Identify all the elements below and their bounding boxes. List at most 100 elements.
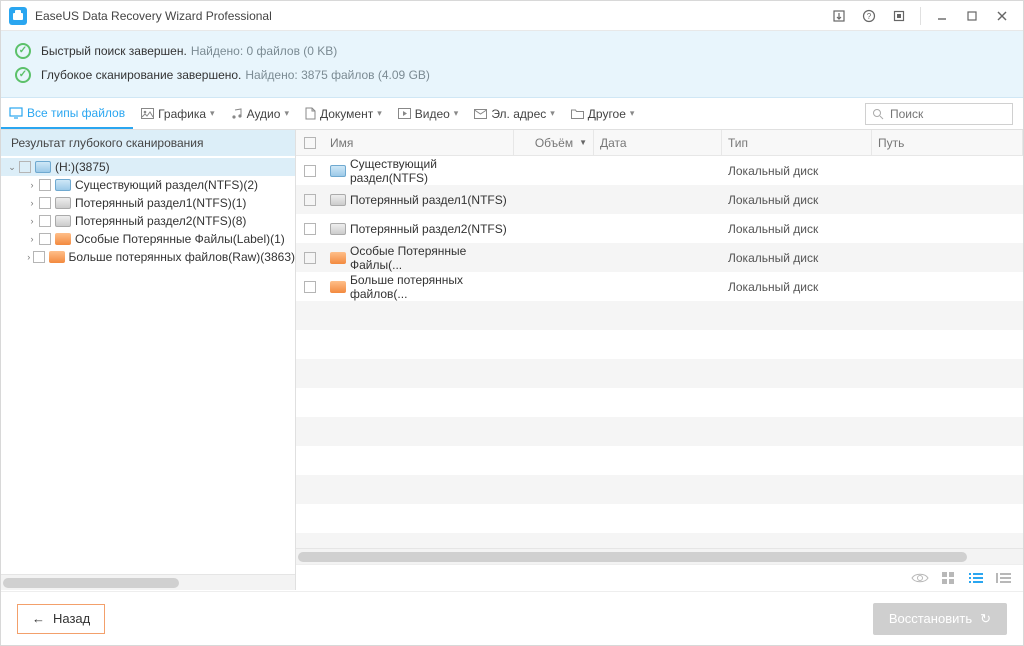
filter-audio[interactable]: Аудио ▾ [223, 98, 297, 129]
table-row[interactable]: Потерянный раздел2(NTFS)Локальный диск [296, 214, 1023, 243]
filter-label: Аудио [247, 107, 281, 121]
tree-node[interactable]: › Больше потерянных файлов(Raw)(3863) [1, 248, 295, 266]
tree-node-label: Существующий раздел(NTFS)(2) [75, 178, 258, 192]
search-input[interactable] [888, 106, 1006, 122]
monitor-icon [9, 107, 23, 119]
back-button[interactable]: ← Назад [17, 604, 105, 634]
grid-large-icon[interactable] [939, 569, 957, 587]
tree-node-label: Особые Потерянные Файлы(Label)(1) [75, 232, 285, 246]
filter-all[interactable]: Все типы файлов [1, 98, 133, 129]
settings-icon[interactable] [884, 2, 914, 30]
deep-scan-status: Глубокое сканирование завершено. Найдено… [15, 63, 1009, 87]
tree[interactable]: ⌄ (H:)(3875) › Существующий раздел(NTFS)… [1, 156, 295, 574]
recover-button-label: Восстановить [889, 611, 972, 626]
col-type[interactable]: Тип [722, 130, 872, 155]
expand-icon[interactable]: › [25, 252, 33, 262]
partition-icon [55, 197, 71, 209]
checkbox[interactable] [19, 161, 31, 173]
filter-other[interactable]: Другое ▾ [563, 98, 643, 129]
tree-node[interactable]: › Особые Потерянные Файлы(Label)(1) [1, 230, 295, 248]
maximize-button[interactable] [957, 2, 987, 30]
disk-icon [330, 165, 346, 177]
col-type-label: Тип [728, 136, 748, 150]
row-checkbox[interactable] [304, 165, 316, 177]
tree-node[interactable]: › Потерянный раздел1(NTFS)(1) [1, 194, 295, 212]
filter-document[interactable]: Документ ▾ [297, 98, 390, 129]
sidebar-header: Результат глубокого сканирования [1, 130, 295, 156]
arrow-left-icon: ← [32, 611, 45, 626]
list-view-icon[interactable] [967, 569, 985, 587]
sidebar-scrollbar[interactable] [1, 574, 295, 590]
row-checkbox[interactable] [304, 223, 316, 235]
mail-icon [474, 109, 487, 119]
tree-root-label: (H:)(3875) [55, 160, 110, 174]
checkbox[interactable] [33, 251, 45, 263]
chevron-down-icon: ▾ [210, 108, 215, 119]
tree-node-label: Потерянный раздел2(NTFS)(8) [75, 214, 246, 228]
checkbox[interactable] [39, 197, 51, 209]
expand-icon[interactable]: › [25, 234, 39, 244]
col-date[interactable]: Дата [594, 130, 722, 155]
row-checkbox[interactable] [304, 194, 316, 206]
row-type: Локальный диск [728, 193, 818, 207]
filter-video[interactable]: Видео ▾ [390, 98, 467, 129]
tree-node[interactable]: › Потерянный раздел2(NTFS)(8) [1, 212, 295, 230]
table-row[interactable]: Больше потерянных файлов(...Локальный ди… [296, 272, 1023, 301]
deep-scan-result: Найдено: 3875 файлов (4.09 GB) [245, 68, 430, 82]
table-row[interactable]: Существующий раздел(NTFS) Локальный диск [296, 156, 1023, 185]
table-row[interactable]: Особые Потерянные Файлы(...Локальный дис… [296, 243, 1023, 272]
tree-node-label: Потерянный раздел1(NTFS)(1) [75, 196, 246, 210]
back-button-label: Назад [53, 611, 90, 626]
video-icon [398, 108, 411, 119]
disk-icon [35, 161, 51, 173]
expand-icon[interactable]: › [25, 216, 39, 226]
row-name: Существующий раздел(NTFS) [350, 157, 508, 185]
detail-view-icon[interactable] [995, 569, 1013, 587]
preview-icon[interactable] [911, 569, 929, 587]
col-path[interactable]: Путь [872, 130, 1023, 155]
table-row[interactable]: Потерянный раздел1(NTFS) Локальный диск [296, 185, 1023, 214]
chevron-down-icon: ▾ [454, 108, 459, 119]
filter-email[interactable]: Эл. адрес ▾ [466, 98, 562, 129]
col-size[interactable]: Объём▼ [514, 130, 594, 155]
table-row [296, 359, 1023, 388]
select-all-checkbox[interactable] [304, 137, 316, 149]
row-name: Потерянный раздел1(NTFS) [350, 193, 507, 207]
col-name[interactable]: Имя [324, 130, 514, 155]
checkbox[interactable] [39, 233, 51, 245]
lost-folder-icon [55, 233, 71, 245]
row-checkbox[interactable] [304, 281, 316, 293]
tree-node[interactable]: › Существующий раздел(NTFS)(2) [1, 176, 295, 194]
checkbox[interactable] [39, 215, 51, 227]
search-input-wrapper[interactable] [865, 103, 1013, 125]
lost-folder-icon [49, 251, 65, 263]
table-row [296, 533, 1023, 548]
main-area: Результат глубокого сканирования ⌄ (H:)(… [1, 130, 1023, 590]
refresh-icon: ↻ [980, 611, 991, 627]
expand-icon[interactable]: › [25, 180, 39, 190]
row-name: Потерянный раздел2(NTFS) [350, 222, 507, 236]
help-icon[interactable]: ? [854, 2, 884, 30]
window-title: EaseUS Data Recovery Wizard Professional [35, 9, 272, 23]
import-icon[interactable] [824, 2, 854, 30]
listing-scrollbar[interactable] [296, 548, 1023, 564]
close-button[interactable] [987, 2, 1017, 30]
minimize-button[interactable] [927, 2, 957, 30]
collapse-icon[interactable]: ⌄ [5, 162, 19, 173]
row-type: Локальный диск [728, 251, 818, 265]
checkbox[interactable] [39, 179, 51, 191]
table-row [296, 504, 1023, 533]
check-icon [15, 67, 31, 83]
filter-bar: Все типы файлов Графика ▾ Аудио ▾ Докуме… [1, 98, 1023, 130]
table-row [296, 417, 1023, 446]
sidebar: Результат глубокого сканирования ⌄ (H:)(… [1, 130, 296, 590]
row-type: Локальный диск [728, 164, 818, 178]
tree-root[interactable]: ⌄ (H:)(3875) [1, 158, 295, 176]
filter-graphics[interactable]: Графика ▾ [133, 98, 222, 129]
recover-button[interactable]: Восстановить ↻ [873, 603, 1007, 635]
expand-icon[interactable]: › [25, 198, 39, 208]
quick-scan-label: Быстрый поиск завершен. [41, 44, 187, 58]
col-path-label: Путь [878, 136, 904, 150]
row-checkbox[interactable] [304, 252, 316, 264]
col-date-label: Дата [600, 136, 627, 150]
